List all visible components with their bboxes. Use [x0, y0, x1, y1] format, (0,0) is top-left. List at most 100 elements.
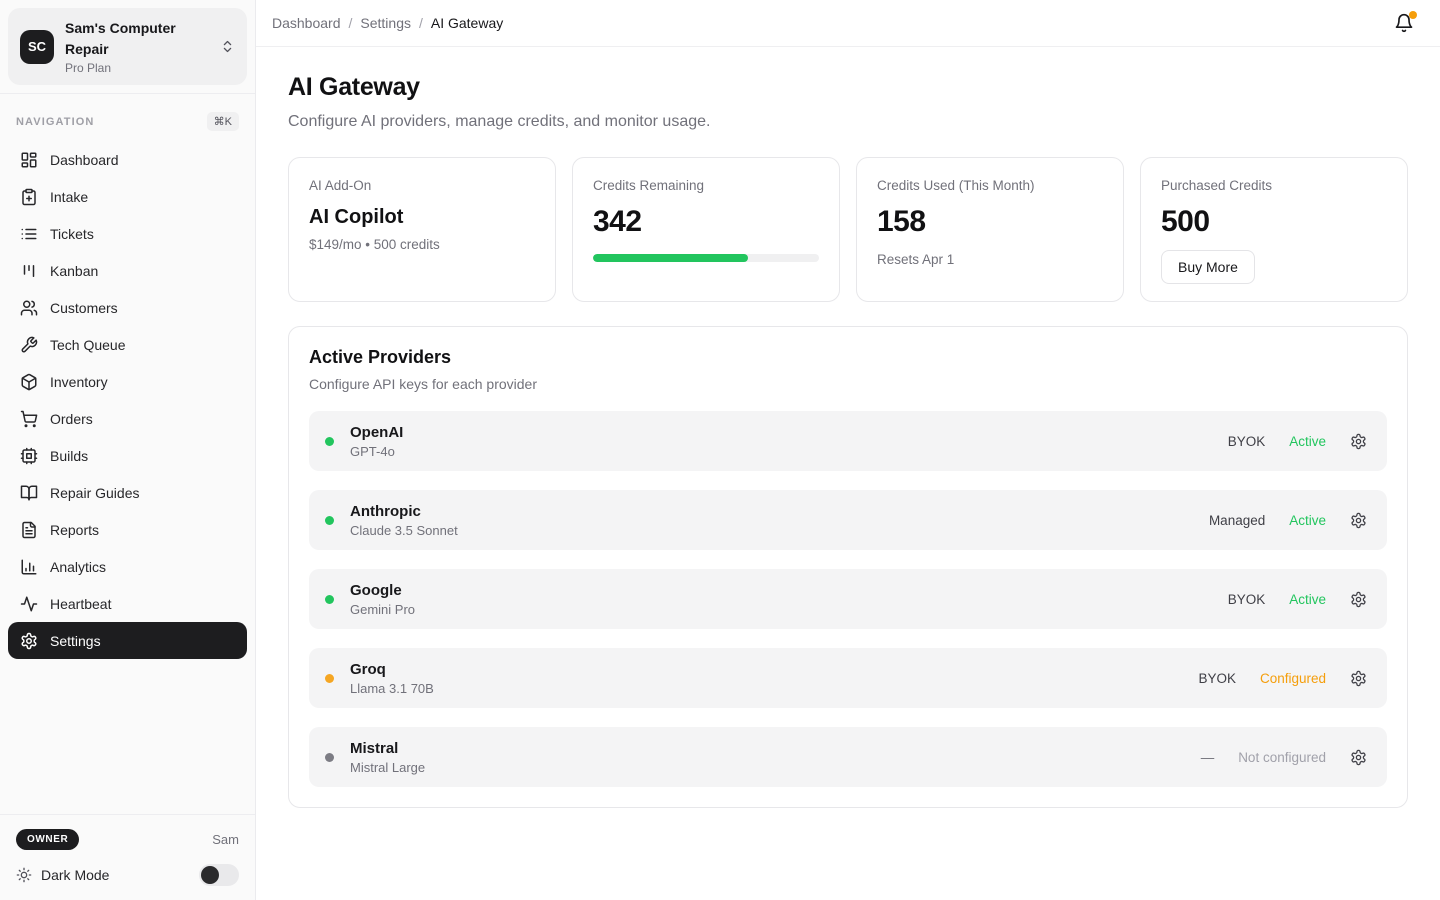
status-dot — [325, 595, 334, 604]
user-name: Sam — [212, 832, 239, 847]
sidebar-item-heartbeat[interactable]: Heartbeat — [8, 585, 247, 622]
provider-model: Claude 3.5 Sonnet — [350, 523, 458, 538]
sidebar-footer: OWNER Sam Dark Mode — [0, 814, 255, 900]
sidebar-item-label: Intake — [50, 189, 88, 205]
provider-row-groq: Groq Llama 3.1 70B BYOK Configured — [309, 648, 1387, 708]
credits-progress-fill — [593, 254, 748, 262]
breadcrumb: Dashboard / Settings / AI Gateway — [272, 15, 503, 31]
provider-model: Llama 3.1 70B — [350, 681, 434, 696]
sidebar-item-inventory[interactable]: Inventory — [8, 363, 247, 400]
provider-row-google: Google Gemini Pro BYOK Active — [309, 569, 1387, 629]
sidebar-item-label: Heartbeat — [50, 596, 111, 612]
list-icon — [20, 225, 38, 243]
provider-row-anthropic: Anthropic Claude 3.5 Sonnet Managed Acti… — [309, 490, 1387, 550]
provider-settings-gear-icon[interactable] — [1350, 749, 1367, 766]
breadcrumb-settings[interactable]: Settings — [360, 15, 411, 31]
sidebar-item-label: Inventory — [50, 374, 108, 390]
provider-status: Active — [1289, 434, 1326, 449]
provider-name: Google — [350, 582, 415, 599]
stat-card-credits-used: Credits Used (This Month) 158 Resets Apr… — [856, 157, 1124, 302]
provider-settings-gear-icon[interactable] — [1350, 670, 1367, 687]
sidebar-item-settings[interactable]: Settings — [8, 622, 247, 659]
provider-model: Gemini Pro — [350, 602, 415, 617]
status-dot — [325, 516, 334, 525]
sidebar-item-tech-queue[interactable]: Tech Queue — [8, 326, 247, 363]
sidebar-item-orders[interactable]: Orders — [8, 400, 247, 437]
provider-model: Mistral Large — [350, 760, 425, 775]
provider-row-openai: OpenAI GPT-4o BYOK Active — [309, 411, 1387, 471]
sidebar-item-analytics[interactable]: Analytics — [8, 548, 247, 585]
sidebar-nav: Dashboard Intake Tickets Kanban Customer… — [0, 141, 255, 659]
clipboard-plus-icon — [20, 188, 38, 206]
page-subtitle: Configure AI providers, manage credits, … — [288, 113, 1408, 131]
sidebar-item-reports[interactable]: Reports — [8, 511, 247, 548]
provider-mode: Managed — [1209, 513, 1265, 528]
stat-label: Credits Remaining — [593, 178, 819, 193]
breadcrumb-dashboard[interactable]: Dashboard — [272, 15, 341, 31]
sidebar-item-customers[interactable]: Customers — [8, 289, 247, 326]
stat-label: Purchased Credits — [1161, 178, 1387, 193]
provider-settings-gear-icon[interactable] — [1350, 433, 1367, 450]
dark-mode-label: Dark Mode — [41, 867, 109, 883]
resets-note: Resets Apr 1 — [877, 252, 1103, 267]
sidebar-item-label: Customers — [50, 300, 118, 316]
provider-status: Configured — [1260, 671, 1326, 686]
navigation-section-label: NAVIGATION — [16, 116, 94, 128]
layout-dashboard-icon — [20, 151, 38, 169]
provider-name: Mistral — [350, 740, 425, 757]
sidebar-item-label: Repair Guides — [50, 485, 140, 501]
sidebar-item-repair-guides[interactable]: Repair Guides — [8, 474, 247, 511]
role-badge: OWNER — [16, 829, 79, 850]
workspace-switcher[interactable]: SC Sam's Computer Repair Pro Plan — [8, 8, 247, 85]
sidebar-item-builds[interactable]: Builds — [8, 437, 247, 474]
provider-mode: BYOK — [1198, 671, 1236, 686]
cpu-icon — [20, 447, 38, 465]
provider-name: Groq — [350, 661, 434, 678]
gear-icon — [20, 632, 38, 650]
sidebar: SC Sam's Computer Repair Pro Plan NAVIGA… — [0, 0, 256, 900]
addon-price: $149/mo • 500 credits — [309, 237, 535, 252]
sidebar-item-intake[interactable]: Intake — [8, 178, 247, 215]
provider-mode: BYOK — [1228, 592, 1266, 607]
sidebar-item-label: Builds — [50, 448, 88, 464]
provider-row-mistral: Mistral Mistral Large — Not configured — [309, 727, 1387, 787]
sidebar-item-dashboard[interactable]: Dashboard — [8, 141, 247, 178]
sidebar-item-tickets[interactable]: Tickets — [8, 215, 247, 252]
provider-settings-gear-icon[interactable] — [1350, 591, 1367, 608]
sun-icon — [16, 867, 32, 883]
main-content: AI Gateway Configure AI providers, manag… — [256, 47, 1440, 834]
dark-mode-toggle[interactable] — [199, 864, 239, 886]
notifications-button[interactable] — [1390, 9, 1418, 37]
provider-name: Anthropic — [350, 503, 458, 520]
credits-progress-bar — [593, 254, 819, 262]
page-title: AI Gateway — [288, 73, 1408, 102]
sidebar-item-label: Kanban — [50, 263, 98, 279]
sidebar-item-kanban[interactable]: Kanban — [8, 252, 247, 289]
active-providers-card: Active Providers Configure API keys for … — [288, 326, 1408, 808]
status-dot — [325, 437, 334, 446]
status-dot — [325, 753, 334, 762]
users-icon — [20, 299, 38, 317]
sidebar-item-label: Dashboard — [50, 152, 119, 168]
toggle-knob — [201, 866, 219, 884]
sidebar-item-label: Reports — [50, 522, 99, 538]
notification-dot — [1409, 11, 1417, 19]
provider-model: GPT-4o — [350, 444, 403, 459]
workspace-plan: Pro Plan — [65, 61, 209, 75]
buy-more-button[interactable]: Buy More — [1161, 250, 1255, 284]
provider-settings-gear-icon[interactable] — [1350, 512, 1367, 529]
credits-used-value: 158 — [877, 205, 1103, 239]
purchased-credits-value: 500 — [1161, 205, 1387, 239]
sidebar-item-label: Tickets — [50, 226, 94, 242]
workspace-name: Sam's Computer Repair — [65, 18, 187, 60]
file-text-icon — [20, 521, 38, 539]
breadcrumb-separator: / — [419, 15, 423, 31]
sidebar-item-label: Orders — [50, 411, 93, 427]
credits-remaining-value: 342 — [593, 205, 819, 239]
shopping-cart-icon — [20, 410, 38, 428]
wrench-icon — [20, 336, 38, 354]
kanban-icon — [20, 262, 38, 280]
breadcrumb-current: AI Gateway — [431, 15, 503, 31]
provider-mode: BYOK — [1228, 434, 1266, 449]
breadcrumb-separator: / — [349, 15, 353, 31]
